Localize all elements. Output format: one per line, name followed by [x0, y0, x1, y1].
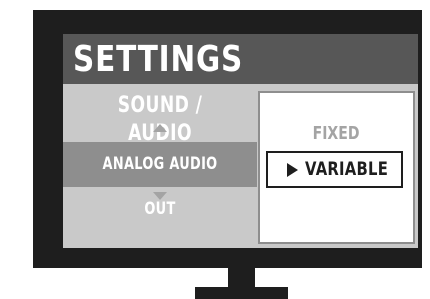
menu-item-label: ANALOG AUDIO OUT	[102, 154, 218, 219]
option-fixed[interactable]: FIXED	[260, 122, 413, 146]
menu-category[interactable]: SOUND / AUDIO	[63, 92, 257, 148]
page-title: SETTINGS	[73, 39, 244, 80]
option-fixed-label: FIXED	[313, 123, 360, 144]
menu-panel: SOUND / AUDIO ANALOG AUDIO OUT	[63, 84, 257, 248]
options-panel: FIXED VARIABLE	[258, 91, 415, 244]
tv-stand-base	[195, 287, 288, 299]
menu-item-selected[interactable]: ANALOG AUDIO OUT	[63, 142, 257, 219]
option-variable[interactable]: VARIABLE	[266, 151, 403, 188]
option-variable-label: VARIABLE	[305, 158, 389, 180]
menu-category-label: SOUND / AUDIO	[117, 93, 203, 146]
settings-header: SETTINGS	[63, 34, 418, 84]
tv-screen: SETTINGS SOUND / AUDIO ANALOG AUDIO OUT …	[63, 34, 418, 248]
chevron-up-icon[interactable]	[153, 124, 167, 132]
play-icon	[287, 163, 298, 177]
chevron-down-icon[interactable]	[153, 192, 167, 200]
